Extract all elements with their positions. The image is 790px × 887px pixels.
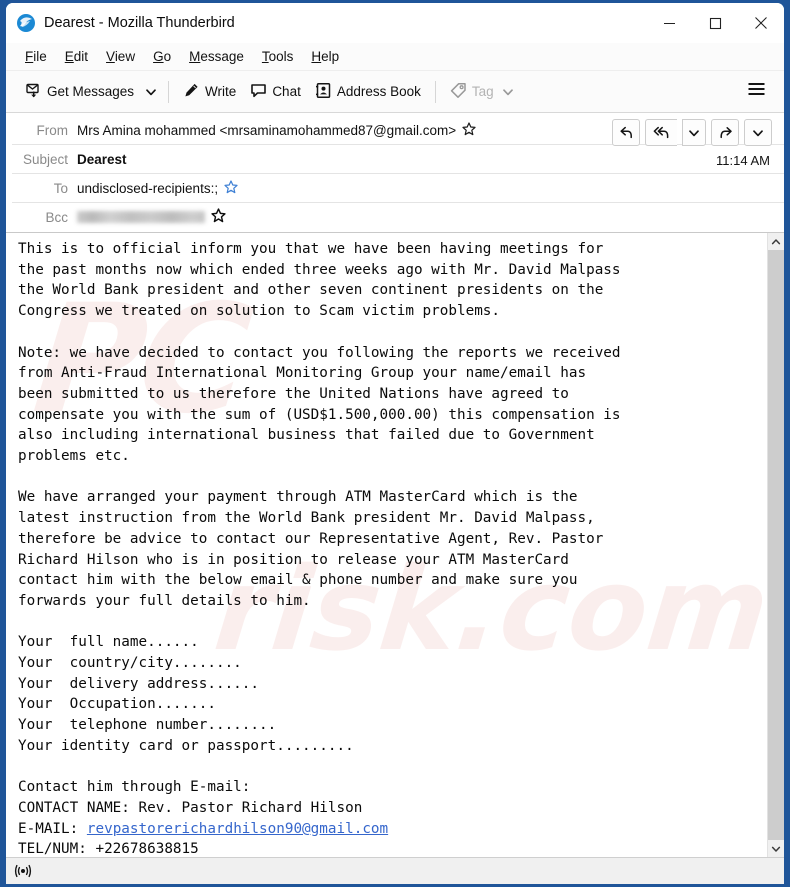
thunderbird-window: Dearest - Mozilla Thunderbird File Edit … <box>6 3 784 884</box>
scrollbar-track[interactable] <box>767 250 784 840</box>
chat-label: Chat <box>272 84 301 99</box>
scrollbar-thumb[interactable] <box>767 250 784 840</box>
menu-item-help[interactable]: Help <box>302 47 348 66</box>
bcc-redacted-address <box>77 211 205 223</box>
body-paragraph-2: Note: we have decided to contact you fol… <box>18 344 621 465</box>
star-icon[interactable] <box>462 121 476 139</box>
body-spacer-4 <box>18 757 767 778</box>
message-body-text: This is to official inform you that we h… <box>18 239 767 857</box>
chevron-down-icon <box>146 88 156 95</box>
chevron-down-icon <box>689 129 699 136</box>
scroll-down-button[interactable] <box>767 840 784 857</box>
chat-button[interactable]: Chat <box>243 77 308 107</box>
header-row-subject: Subject Dearest <box>6 146 784 172</box>
body-paragraph-3: We have arranged your payment through AT… <box>18 489 604 609</box>
pencil-icon <box>183 82 200 102</box>
address-book-label: Address Book <box>336 84 421 99</box>
get-messages-dropdown[interactable] <box>141 81 161 103</box>
reply-all-button[interactable] <box>645 119 677 146</box>
forward-button[interactable] <box>711 119 739 146</box>
tag-label: Tag <box>471 84 494 99</box>
message-action-buttons <box>612 119 772 146</box>
chevron-down-icon <box>771 846 781 852</box>
toolbar-divider-2 <box>434 80 436 103</box>
tag-button[interactable]: Tag <box>443 77 521 107</box>
to-address-text: undisclosed-recipients:; <box>77 180 219 196</box>
message-body-pane: PC risk.com This is to official inform y… <box>6 233 784 857</box>
to-value[interactable]: undisclosed-recipients:; <box>77 179 238 197</box>
body-spacer-3 <box>18 612 767 633</box>
title-bar: Dearest - Mozilla Thunderbird <box>6 3 784 43</box>
star-icon[interactable] <box>211 208 226 226</box>
minimize-icon[interactable] <box>646 3 692 43</box>
header-row-bcc: Bcc <box>6 204 784 230</box>
header-divider-3 <box>12 202 784 203</box>
address-book-icon <box>315 82 332 102</box>
hamburger-menu-icon <box>747 81 766 102</box>
menu-bar: File Edit View Go Message Tools Help <box>6 43 784 71</box>
message-body-scroll-area: PC risk.com This is to official inform y… <box>6 233 767 857</box>
get-messages-button[interactable]: Get Messages <box>18 77 141 107</box>
chat-bubble-icon <box>250 82 267 102</box>
bcc-value[interactable] <box>77 208 226 226</box>
write-label: Write <box>205 84 237 99</box>
reply-all-icon <box>653 126 668 139</box>
chevron-up-icon <box>771 238 781 244</box>
more-actions-button[interactable] <box>744 119 772 146</box>
write-button[interactable]: Write <box>176 77 243 107</box>
bcc-label: Bcc <box>45 209 68 225</box>
menu-item-tools[interactable]: Tools <box>253 47 303 66</box>
body-contact-name: CONTACT NAME: Rev. Pastor Richard Hilson <box>18 799 363 816</box>
window-controls <box>646 3 784 43</box>
close-icon[interactable] <box>738 3 784 43</box>
reply-button[interactable] <box>612 119 640 146</box>
broadcast-online-icon[interactable] <box>14 863 32 879</box>
menu-item-message[interactable]: Message <box>180 47 253 66</box>
menu-item-go[interactable]: Go <box>144 47 180 66</box>
to-label: To <box>53 180 68 196</box>
address-book-button[interactable]: Address Book <box>308 77 428 107</box>
from-address-text: Mrs Amina mohammed <mrsaminamohammed87@g… <box>77 122 457 138</box>
body-contact-intro: Contact him through E-mail: <box>18 779 251 796</box>
menu-item-view[interactable]: View <box>97 47 144 66</box>
message-header: From Mrs Amina mohammed <mrsaminamohamme… <box>6 113 784 233</box>
forward-arrow-icon <box>719 127 732 139</box>
scroll-up-button[interactable] <box>767 233 784 250</box>
body-tel-line: TEL/NUM: +22678638815 <box>18 841 199 857</box>
status-bar <box>6 857 784 884</box>
from-value[interactable]: Mrs Amina mohammed <mrsaminamohammed87@g… <box>77 121 476 139</box>
reply-dropdown-button[interactable] <box>682 119 706 146</box>
body-details-list: Your full name...... Your country/city..… <box>18 634 354 754</box>
message-timestamp: 11:14 AM <box>716 153 770 168</box>
window-title: Dearest - Mozilla Thunderbird <box>44 15 235 31</box>
get-messages-label: Get Messages <box>47 84 135 99</box>
subject-value: Dearest <box>77 151 127 167</box>
menu-item-edit[interactable]: Edit <box>56 47 97 66</box>
subject-label: Subject <box>22 151 68 167</box>
from-label: From <box>36 122 69 138</box>
vertical-scrollbar[interactable] <box>767 233 784 857</box>
app-menu-button[interactable] <box>739 75 774 108</box>
thunderbird-logo-icon <box>16 13 36 33</box>
maximize-icon[interactable] <box>692 3 738 43</box>
body-spacer-2 <box>18 467 767 488</box>
tag-dropdown-caret <box>502 86 514 98</box>
header-divider-2 <box>12 173 784 174</box>
body-spacer-1 <box>18 322 767 343</box>
body-email-label: E-MAIL: <box>18 820 87 837</box>
chevron-down-icon <box>753 129 763 136</box>
toolbar-divider <box>168 80 170 103</box>
reply-icon <box>619 126 632 139</box>
header-row-to: To undisclosed-recipients:; <box>6 175 784 201</box>
tag-icon <box>450 82 467 102</box>
main-toolbar: Get Messages Write Chat Address Book Tag <box>6 71 784 113</box>
menu-item-file[interactable]: File <box>16 47 56 66</box>
body-paragraph-1: This is to official inform you that we h… <box>18 241 621 320</box>
contact-email-link[interactable]: revpastorerichardhilson90@gmail.com <box>87 821 388 837</box>
get-messages-icon <box>25 82 42 102</box>
star-icon[interactable] <box>224 179 238 197</box>
